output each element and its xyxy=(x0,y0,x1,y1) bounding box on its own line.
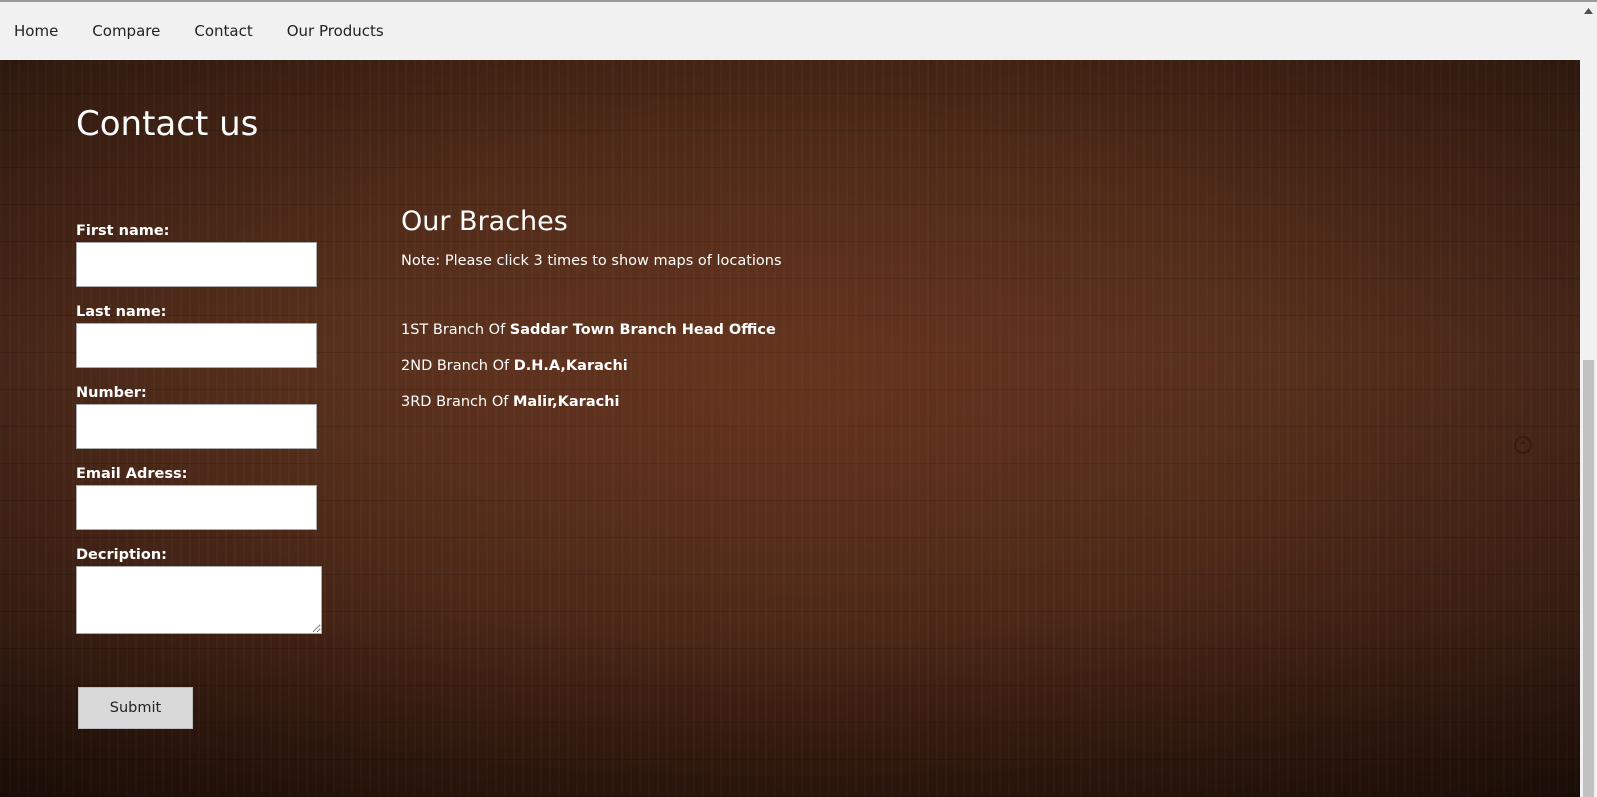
description-textarea[interactable] xyxy=(76,566,322,634)
branches-section: Our Braches Note: Please click 3 times t… xyxy=(401,206,782,428)
email-input[interactable] xyxy=(76,485,317,530)
branch-name: Saddar Town Branch Head Office xyxy=(509,322,776,338)
page-title: Contact us xyxy=(76,104,259,144)
nav-contact-link[interactable]: Contact xyxy=(194,22,252,40)
branch-prefix: 2ND Branch Of xyxy=(401,358,514,374)
contact-section: Contact us First name: Last name: Number… xyxy=(0,60,1580,797)
branch-prefix: 3RD Branch Of xyxy=(401,394,513,410)
last-name-label: Last name: xyxy=(76,304,167,320)
branch-item-malir[interactable]: 3RD Branch Of Malir,Karachi xyxy=(401,392,782,428)
submit-button[interactable]: Submit xyxy=(78,687,193,729)
branches-note: Note: Please click 3 times to show maps … xyxy=(401,253,782,269)
branches-title: Our Braches xyxy=(401,206,568,237)
contact-form: First name: Last name: Number: Email Adr… xyxy=(76,220,322,634)
branch-item-dha[interactable]: 2ND Branch Of D.H.A,Karachi xyxy=(401,356,782,392)
branch-item-saddar[interactable]: 1ST Branch Of Saddar Town Branch Head Of… xyxy=(401,320,782,356)
first-name-label: First name: xyxy=(76,223,170,239)
nav-our-products-link[interactable]: Our Products xyxy=(287,22,384,40)
chevron-up-icon[interactable] xyxy=(1580,2,1597,19)
number-input[interactable] xyxy=(76,404,317,449)
nav-compare-link[interactable]: Compare xyxy=(92,22,160,40)
branch-list: 1ST Branch Of Saddar Town Branch Head Of… xyxy=(401,320,782,428)
nav-home-link[interactable]: Home xyxy=(14,22,58,40)
branch-prefix: 1ST Branch Of xyxy=(401,322,510,338)
branch-name: D.H.A,Karachi xyxy=(513,358,628,374)
last-name-input[interactable] xyxy=(76,323,317,368)
first-name-input[interactable] xyxy=(76,242,317,287)
scrollbar-thumb[interactable] xyxy=(1583,360,1594,797)
refresh-icon[interactable] xyxy=(1513,435,1533,455)
branch-name: Malir,Karachi xyxy=(512,394,620,410)
email-label: Email Adress: xyxy=(76,466,188,482)
top-navigation: Home Compare Contact Our Products xyxy=(0,2,1580,60)
number-label: Number: xyxy=(76,385,147,401)
description-label: Decription: xyxy=(76,547,167,563)
vertical-scrollbar[interactable] xyxy=(1580,2,1597,797)
